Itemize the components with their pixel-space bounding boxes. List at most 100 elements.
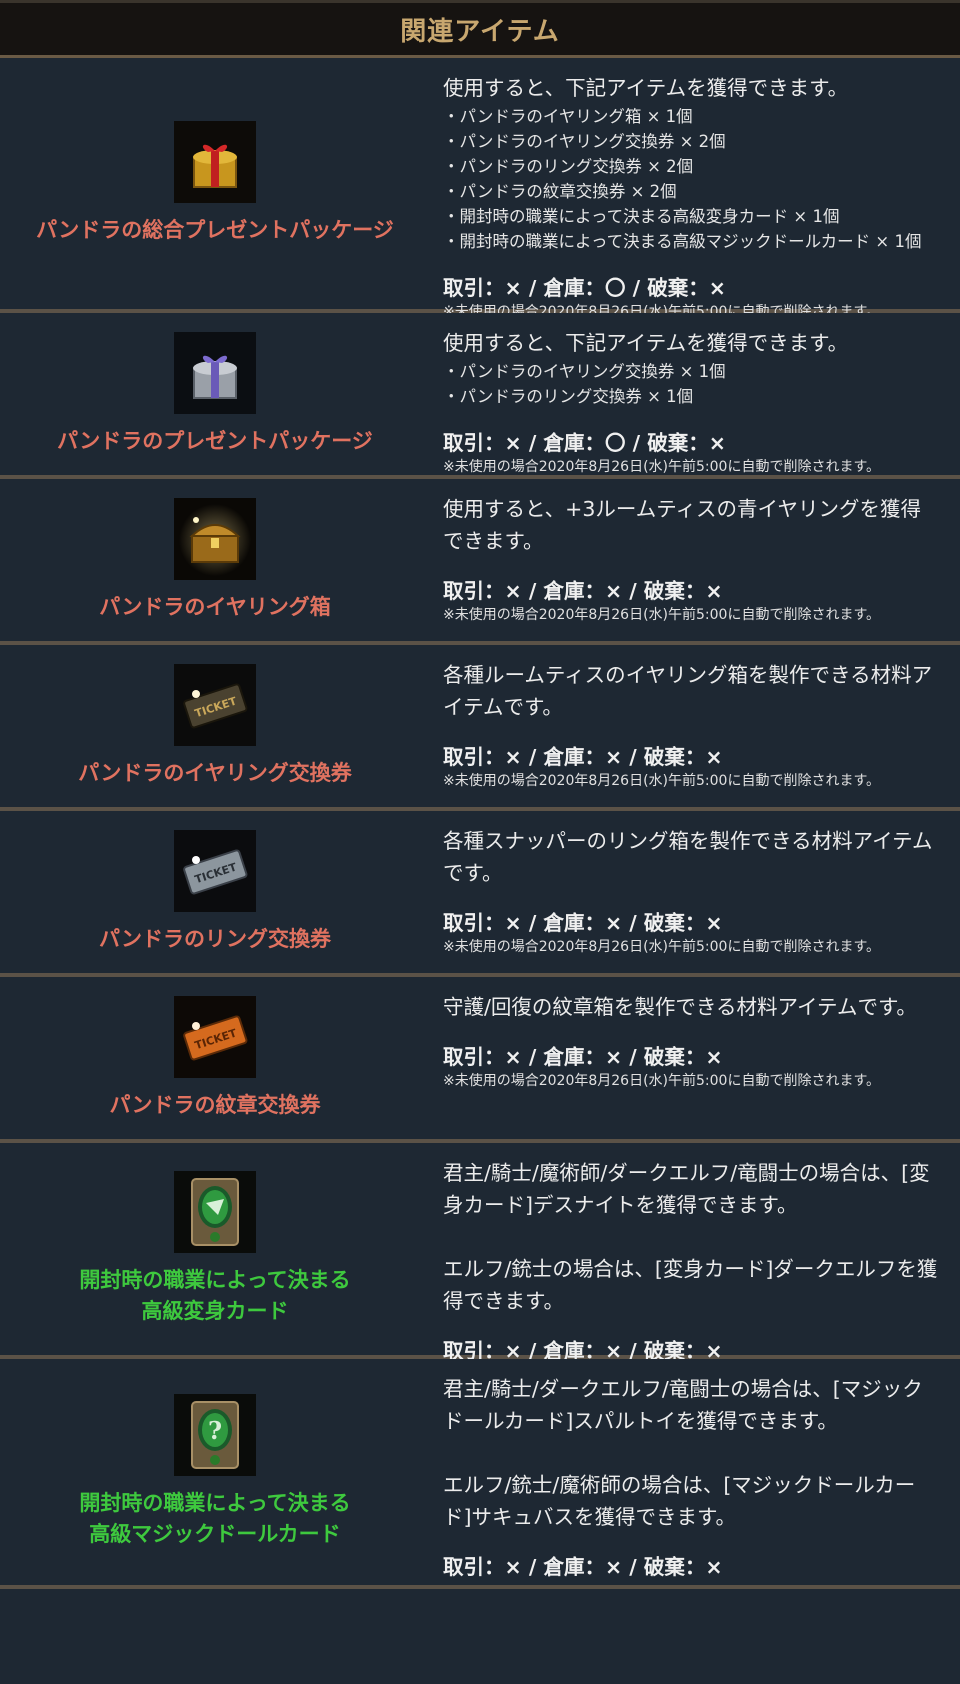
trade-restrictions: 取引：× / 倉庫：× / 破棄：× <box>443 1555 723 1579</box>
contents-list-item: ・パンドラのイヤリング箱 × 1個 <box>443 107 693 126</box>
item-description: 使用すると、+3ルームティスの青イヤリングを獲得 できます。 <box>443 493 950 557</box>
expiry-note: ※未使用の場合2020年8月26日(水)午前5:00に自動で削除されます。 <box>443 1073 881 1089</box>
item-details: 守護/回復の紋章箱を製作できる材料アイテムです。 取引：× / 倉庫：× / 破棄… <box>443 991 950 1091</box>
silver-ticket-icon-graphic: TICKET <box>174 829 256 912</box>
item-description: 各種ルームティスのイヤリング箱を製作できる材料ア イテムです。 <box>443 659 950 723</box>
item-name: パンドラのプレゼントパッケージ <box>57 426 373 457</box>
contents-list-item: ・パンドラの紋章交換券 × 2個 <box>443 182 677 201</box>
description-line: エルフ/銃士の場合は、[変身カード]ダークエルフを獲 <box>443 1257 938 1281</box>
item-summary: パンドラのイヤリング箱 <box>0 479 430 641</box>
trade-restrictions: 取引：× / 倉庫：× / 破棄：× <box>443 579 723 603</box>
polymorph-card-icon <box>174 1171 256 1253</box>
item-details: 各種スナッパーのリング箱を製作できる材料アイテム です。取引：× / 倉庫：× /… <box>443 825 950 957</box>
trade-restrictions: 取引：× / 倉庫：× / 破棄：× <box>443 1045 723 1069</box>
treasure-chest-icon <box>174 497 256 580</box>
description-line: エルフ/銃士/魔術師の場合は、[マジックドールカー <box>443 1473 916 1497</box>
expiry-note: ※未使用の場合2020年8月26日(水)午前5:00に自動で削除されます。 <box>443 773 881 789</box>
item-row: パンドラの総合プレゼントパッケージ 使用すると、下記アイテムを獲得できます。・パン… <box>0 58 960 320</box>
expiry-note: ※未使用の場合2020年8月26日(水)午前5:00に自動で削除されます。 <box>443 459 881 475</box>
item-row: 開封時の職業によって決まる 高級変身カード 君主/騎士/魔術師/ダークエルフ/竜闘士… <box>0 1143 960 1363</box>
item-description: 使用すると、下記アイテムを獲得できます。 <box>443 327 950 359</box>
orange-ticket-icon-graphic: TICKET <box>174 995 256 1078</box>
item-name-line: 高級マジックドールカード <box>89 1522 341 1546</box>
contents-list-item: ・パンドラのリング交換券 × 1個 <box>443 387 694 406</box>
description-line: 各種ルームティスのイヤリング箱を製作できる材料ア <box>443 663 933 687</box>
orange-ticket-icon: TICKET <box>174 995 256 1078</box>
item-name-line: 高級変身カード <box>141 1299 289 1323</box>
polymorph-card-icon-graphic <box>174 1171 256 1253</box>
gold-gift-box-icon <box>174 121 256 203</box>
contents-list: ・パンドラのイヤリング箱 × 1個・パンドラのイヤリング交換券 × 2個 ・パンド… <box>443 104 950 254</box>
item-name: 開封時の職業によって決まる 高級変身カード <box>79 1265 350 1327</box>
section-header: 関連アイテム <box>0 0 960 58</box>
item-row: TICKET パンドラのイヤリング交換券 各種ルームティスのイヤリング箱を製作できる… <box>0 645 960 811</box>
item-list: パンドラの総合プレゼントパッケージ 使用すると、下記アイテムを獲得できます。 ・パン… <box>0 58 960 1589</box>
item-summary: パンドラの総合プレゼントパッケージ <box>0 58 430 309</box>
contents-list-item: ・パンドラのイヤリング交換券 × 1個 <box>443 362 726 381</box>
trade-restrictions: 取引：× / 倉庫：〇 / 破棄：× <box>443 431 726 455</box>
item-name: パンドラの紋章交換券 <box>109 1090 320 1121</box>
description-line: 君主/騎士/ダークエルフ/竜闘士の場合は、[マジック <box>443 1377 923 1401</box>
description-line: 使用すると、+3ルームティスの青イヤリングを獲得 <box>443 497 921 521</box>
gold-gift-box-icon-graphic <box>174 121 256 203</box>
item-name: パンドラのリング交換券 <box>99 924 331 955</box>
item-description: 各種スナッパーのリング箱を製作できる材料アイテム です。 <box>443 825 950 889</box>
description-line: 守護/回復の紋章箱を製作できる材料アイテムです。 <box>443 995 917 1019</box>
magic-doll-card-icon-graphic: ? <box>174 1394 256 1476</box>
trade-restrictions: 取引：× / 倉庫：〇 / 破棄：× <box>443 276 726 300</box>
trade-restrictions: 取引：× / 倉庫：× / 破棄：× <box>443 911 723 935</box>
description-line: です。 <box>443 861 503 885</box>
gold-ticket-icon: TICKET <box>174 663 256 746</box>
silver-gift-box-icon-graphic <box>174 331 256 414</box>
item-name: パンドラのイヤリング交換券 <box>78 758 351 789</box>
description-line: ドールカード]スパルトイを獲得できます。 <box>443 1409 838 1433</box>
description-line: 使用すると、下記アイテムを獲得できます。 <box>443 76 849 100</box>
expiry-note: ※未使用の場合2020年8月26日(水)午前5:00に自動で削除されます。 <box>443 607 881 623</box>
item-summary: TICKET パンドラのリング交換券 <box>0 811 430 973</box>
section-title: 関連アイテム <box>400 16 560 47</box>
contents-list-item: ・パンドラのリング交換券 × 2個 <box>443 157 694 176</box>
treasure-chest-icon-graphic <box>174 497 256 580</box>
description-line: 各種スナッパーのリング箱を製作できる材料アイテム <box>443 829 933 853</box>
item-description: 君主/騎士/ダークエルフ/竜闘士の場合は、[マジック ドールカード]スパルトイを獲… <box>443 1373 950 1533</box>
item-name: パンドラのイヤリング箱 <box>99 592 330 623</box>
item-summary: TICKET パンドラの紋章交換券 <box>0 977 430 1139</box>
item-summary: ? 開封時の職業によって決まる 高級マジックドールカード <box>0 1359 430 1585</box>
item-name-line: 開封時の職業によって決まる <box>79 1491 351 1515</box>
description-line: 君主/騎士/魔術師/ダークエルフ/竜闘士の場合は、[変 <box>443 1161 930 1185</box>
item-name-line: パンドラのイヤリング箱 <box>99 594 331 619</box>
contents-list-item: ・開封時の職業によって決まる高級変身カード × 1個 <box>443 207 840 226</box>
item-details: 君主/騎士/魔術師/ダークエルフ/竜闘士の場合は、[変 身カード]デスナイトを獲得… <box>443 1157 950 1365</box>
item-row: TICKET パンドラのリング交換券 各種スナッパーのリング箱を製作できる材料アイテ… <box>0 811 960 977</box>
svg-text:?: ? <box>208 1416 222 1445</box>
item-details: 使用すると、+3ルームティスの青イヤリングを獲得 できます。取引：× / 倉庫：×… <box>443 493 950 625</box>
item-name: パンドラの総合プレゼントパッケージ <box>36 215 394 246</box>
description-line: できます。 <box>443 529 544 553</box>
silver-ticket-icon: TICKET <box>174 829 256 912</box>
item-details: 各種ルームティスのイヤリング箱を製作できる材料ア イテムです。取引：× / 倉庫：… <box>443 659 950 791</box>
item-summary: 開封時の職業によって決まる 高級変身カード <box>0 1143 430 1355</box>
item-row: TICKET パンドラの紋章交換券 守護/回復の紋章箱を製作できる材料アイテムです。… <box>0 977 960 1143</box>
description-line: 使用すると、下記アイテムを獲得できます。 <box>443 331 849 355</box>
description-line: ド]サキュバスを獲得できます。 <box>443 1505 736 1529</box>
item-name-line: パンドラのプレゼントパッケージ <box>57 428 373 453</box>
item-row: パンドラのプレゼントパッケージ 使用すると、下記アイテムを獲得できます。・パンドラ… <box>0 313 960 479</box>
description-line: イテムです。 <box>443 695 563 719</box>
description-line: 得できます。 <box>443 1289 564 1313</box>
contents-list-item: ・パンドラのイヤリング交換券 × 2個 <box>443 132 726 151</box>
magic-doll-card-icon: ? <box>174 1394 256 1476</box>
item-summary: TICKET パンドラのイヤリング交換券 <box>0 645 430 807</box>
item-description: 使用すると、下記アイテムを獲得できます。 <box>443 72 950 104</box>
item-name-line: パンドラのリング交換券 <box>98 926 332 951</box>
item-details: 君主/騎士/ダークエルフ/竜闘士の場合は、[マジック ドールカード]スパルトイを獲… <box>443 1373 950 1581</box>
expiry-note: ※未使用の場合2020年8月26日(水)午前5:00に自動で削除されます。 <box>443 939 881 955</box>
trade-restrictions: 取引：× / 倉庫：× / 破棄：× <box>443 745 723 769</box>
item-description: 君主/騎士/魔術師/ダークエルフ/竜闘士の場合は、[変 身カード]デスナイトを獲得… <box>443 1157 950 1317</box>
contents-list: ・パンドラのイヤリング交換券 × 1個 ・パンドラのリング交換券 × 1個 <box>443 359 950 409</box>
item-details: 使用すると、下記アイテムを獲得できます。 ・パンドラのイヤリング箱 × 1個 ・パン… <box>443 72 950 322</box>
item-name-line: 開封時の職業によって決まる <box>79 1268 351 1292</box>
item-row: パンドラのイヤリング箱 使用すると、+3ルームティスの青イヤリングを獲得 できます。… <box>0 479 960 645</box>
item-name: 開封時の職業によって決まる 高級マジックドールカード <box>79 1488 350 1550</box>
